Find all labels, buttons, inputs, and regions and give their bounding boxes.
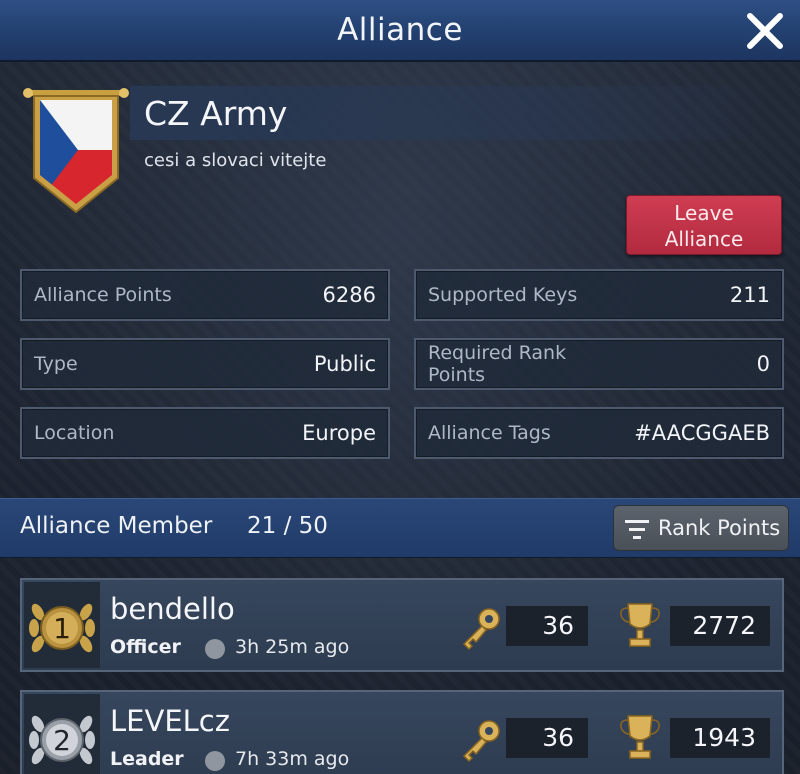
member-role: Officer <box>110 636 181 658</box>
alliance-banner <box>22 86 130 218</box>
alliance-description: cesi a slovaci vitejte <box>144 150 327 171</box>
trophy-icon <box>620 715 660 759</box>
info-label: Type <box>34 353 78 375</box>
info-location: Location Europe <box>20 407 390 459</box>
info-supported-keys: Supported Keys 211 <box>414 269 784 321</box>
trophy-icon <box>620 603 660 647</box>
member-row[interactable]: 2 LEVELcz Leader 7h 33m ago 36 1943 <box>20 690 784 774</box>
members-header: Alliance Member 21 / 50 Rank Points <box>0 498 800 558</box>
member-name: bendello <box>110 592 235 626</box>
online-status-dot <box>205 639 225 659</box>
member-name: LEVELcz <box>110 704 230 738</box>
rank-medal-icon: 1 <box>29 603 95 653</box>
info-label: Alliance Points <box>34 284 172 306</box>
info-value: 0 <box>756 352 770 376</box>
sort-rank-points-button[interactable]: Rank Points <box>613 505 789 551</box>
leave-alliance-button[interactable]: Leave Alliance <box>626 195 782 255</box>
info-type: Type Public <box>20 338 390 390</box>
leave-button-label-line2: Alliance <box>664 227 744 251</box>
info-alliance-tags: Alliance Tags #AACGGAEB <box>414 407 784 459</box>
close-icon <box>747 13 783 49</box>
online-status-dot <box>205 751 225 771</box>
member-row[interactable]: 1 bendello Officer 3h 25m ago 36 2772 <box>20 578 784 672</box>
members-count: 21 / 50 <box>247 513 328 539</box>
close-button[interactable] <box>744 10 786 52</box>
info-required-rank-points: Required Rank Points 0 <box>414 338 784 390</box>
member-rank-points: 1943 <box>670 718 770 758</box>
rank-medal: 2 <box>24 694 100 774</box>
window-title: Alliance <box>337 12 463 48</box>
info-label: Required Rank Points <box>428 342 567 386</box>
info-label: Location <box>34 422 115 444</box>
member-last-seen: 3h 25m ago <box>235 636 350 658</box>
info-value: 6286 <box>322 283 376 307</box>
member-last-seen: 7h 33m ago <box>235 748 350 770</box>
info-alliance-points: Alliance Points 6286 <box>20 269 390 321</box>
rank-medal-icon: 2 <box>29 715 95 765</box>
sort-label: Rank Points <box>658 516 781 540</box>
sort-icon <box>625 520 649 539</box>
members-title: Alliance Member <box>20 513 213 539</box>
title-bar: Alliance <box>0 0 800 62</box>
rank-medal: 1 <box>24 582 100 668</box>
rank-number: 1 <box>53 612 71 645</box>
member-keys: 36 <box>506 718 588 758</box>
info-value: Europe <box>302 421 376 445</box>
info-value: Public <box>313 352 376 376</box>
member-keys: 36 <box>506 606 588 646</box>
alliance-name: CZ Army <box>144 94 288 133</box>
member-rank-points: 2772 <box>670 606 770 646</box>
info-value: 211 <box>729 283 770 307</box>
member-role: Leader <box>110 748 184 770</box>
key-icon <box>462 608 500 650</box>
leave-button-label-line1: Leave <box>674 201 734 225</box>
rank-number: 2 <box>53 724 71 757</box>
alliance-banner-icon <box>23 88 129 214</box>
info-value: #AACGGAEB <box>634 421 770 445</box>
key-icon <box>462 720 500 762</box>
info-label: Supported Keys <box>428 284 578 306</box>
info-label: Alliance Tags <box>428 422 551 444</box>
